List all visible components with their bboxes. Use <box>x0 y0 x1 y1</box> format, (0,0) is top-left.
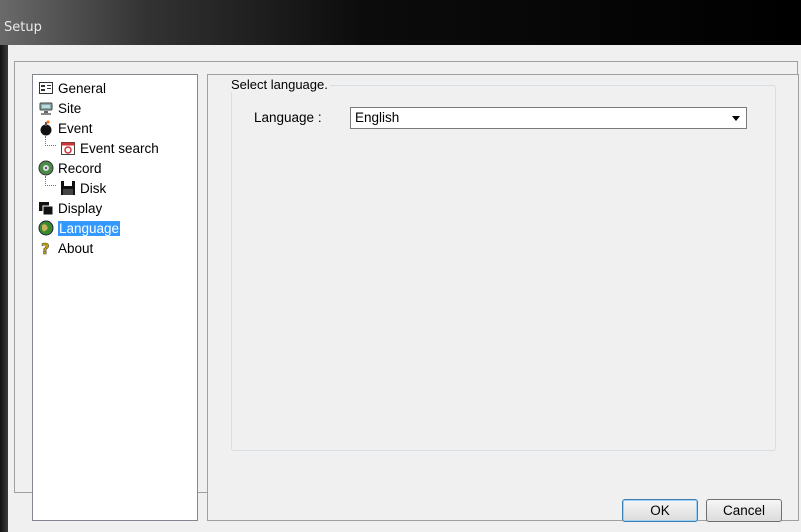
display-icon <box>38 200 54 216</box>
language-label: Language : <box>254 110 322 125</box>
tree-item-display[interactable]: Display <box>38 198 102 218</box>
dialog-client: General Site Event Event search Record D… <box>8 45 801 532</box>
tree-item-label: General <box>58 80 107 96</box>
cancel-button[interactable]: Cancel <box>706 499 782 522</box>
disk-icon <box>60 180 76 196</box>
setup-window: Setup General Site Event Event search Re… <box>0 0 801 532</box>
tree-connector <box>45 176 56 186</box>
event-search-icon <box>60 140 76 156</box>
general-icon <box>38 80 54 96</box>
language-groupbox: Select language. Language : English <box>229 77 776 451</box>
tree-item-label: Language <box>58 220 121 236</box>
tree-item-site[interactable]: Site <box>38 98 81 118</box>
dropdown-arrow-icon[interactable] <box>732 116 740 121</box>
tree-item-general[interactable]: General <box>38 78 106 98</box>
tree-item-about[interactable]: ? About <box>38 238 94 259</box>
tree-item-label: Disk <box>80 180 107 196</box>
tree-item-label: Event <box>58 120 93 136</box>
ok-button[interactable]: OK <box>622 499 698 522</box>
tree-item-event-search[interactable]: Event search <box>60 138 159 158</box>
tree-item-label: Record <box>58 160 102 176</box>
tree-item-label: About <box>58 240 94 256</box>
site-icon <box>38 100 54 116</box>
groupbox-title: Select language. <box>229 77 330 92</box>
tree-item-event[interactable]: Event <box>38 118 93 138</box>
language-value: English <box>355 110 400 125</box>
settings-panel: Select language. Language : English <box>207 74 799 521</box>
about-icon: ? <box>38 240 54 259</box>
settings-tree[interactable]: General Site Event Event search Record D… <box>32 74 198 521</box>
tree-item-label: Event search <box>80 140 159 156</box>
title-bar[interactable]: Setup <box>0 0 801 45</box>
record-icon <box>38 160 54 176</box>
tree-item-label: Display <box>58 200 103 216</box>
language-icon <box>38 220 54 236</box>
tree-connector <box>45 136 56 146</box>
svg-text:?: ? <box>41 240 50 256</box>
tree-item-disk[interactable]: Disk <box>60 178 106 198</box>
window-title: Setup <box>4 20 42 35</box>
language-dropdown[interactable]: English <box>350 107 747 129</box>
event-icon <box>38 120 54 136</box>
tree-item-record[interactable]: Record <box>38 158 102 178</box>
window-border <box>0 45 8 532</box>
tree-item-language[interactable]: Language <box>38 218 121 238</box>
tree-item-label: Site <box>58 100 82 116</box>
